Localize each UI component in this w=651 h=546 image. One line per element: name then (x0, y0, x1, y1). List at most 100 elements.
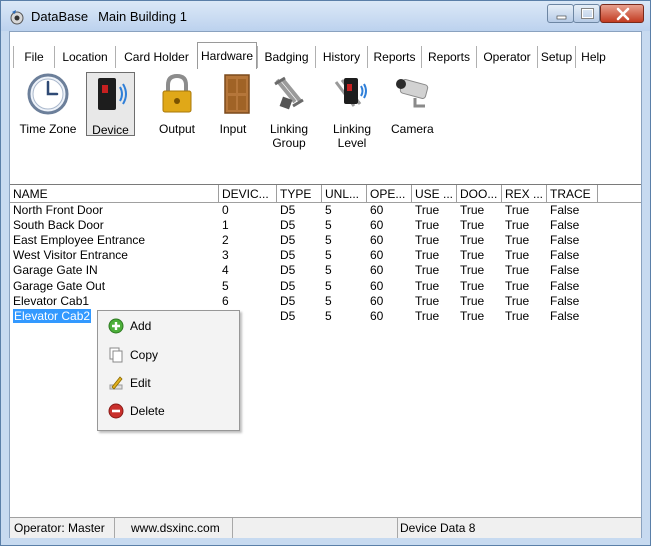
cell-rex: True (505, 248, 530, 263)
status-bar: Operator: Master www.dsxinc.com Device D… (10, 517, 641, 538)
cell-use: True (415, 218, 440, 233)
context-delete[interactable]: Delete (98, 397, 239, 425)
menu-badging[interactable]: Badging (257, 46, 315, 68)
cell-devic: 1 (222, 218, 229, 233)
cell-unl: 5 (325, 263, 332, 278)
column-header-devic[interactable]: DEVIC... (219, 185, 277, 202)
cell-use: True (415, 308, 440, 323)
tool-linking-group[interactable]: Linking Group (264, 72, 314, 150)
maximize-button[interactable] (573, 4, 600, 23)
cell-devic: 3 (222, 248, 229, 263)
context-label: Delete (130, 404, 165, 418)
table-row[interactable]: West Visitor Entrance 3 D5 5 60 True True True F… (10, 248, 641, 263)
menu-setup[interactable]: Setup (537, 46, 575, 68)
linked-reader-icon (330, 72, 374, 116)
cell-doo: True (460, 263, 485, 278)
menu-file[interactable]: File (13, 46, 54, 68)
column-header-use[interactable]: USE ... (412, 185, 457, 202)
cell-unl: 5 (325, 218, 332, 233)
column-header-trace[interactable]: TRACE (547, 185, 598, 202)
cell-unl: 5 (325, 278, 332, 293)
table-row[interactable]: North Front Door 0 D5 5 60 True True True False (10, 203, 641, 218)
cell-name: Garage Gate IN (13, 263, 98, 278)
cell-trace: False (550, 233, 580, 248)
column-header-name[interactable]: NAME (10, 185, 219, 202)
padlock-icon (155, 72, 199, 116)
cell-doo: True (460, 278, 485, 293)
cell-ope: 60 (370, 248, 384, 263)
cell-rex: True (505, 293, 530, 308)
cell-ope: 60 (370, 278, 384, 293)
cell-rex: True (505, 278, 530, 293)
cell-unl: 5 (325, 248, 332, 263)
cell-type: D5 (280, 233, 296, 248)
cell-name: East Employee Entrance (13, 233, 146, 248)
cell-doo: True (460, 293, 485, 308)
menu-reports-2[interactable]: Reports (421, 46, 476, 68)
cell-unl: 5 (325, 308, 332, 323)
column-header-rex[interactable]: REX ... (502, 185, 547, 202)
table-row[interactable]: Garage Gate IN 4 D5 5 60 True True True False (10, 263, 641, 278)
cell-use: True (415, 203, 440, 217)
cell-devic: 0 (222, 203, 229, 217)
menu-reports[interactable]: Reports (367, 46, 421, 68)
column-header-ope[interactable]: OPE... (367, 185, 412, 202)
cell-doo: True (460, 203, 485, 217)
column-header-doo[interactable]: DOO... (457, 185, 502, 202)
hardware-toolbar: Time Zone Device Output Input Linking Group L… (10, 68, 641, 184)
cell-type: D5 (280, 248, 296, 263)
cell-use: True (415, 248, 440, 263)
status-website: www.dsxinc.com (115, 518, 233, 538)
tool-output[interactable]: Output (153, 72, 201, 136)
table-row[interactable]: South Back Door 1 D5 5 60 True True True False (10, 218, 641, 233)
building-name: Main Building 1 (98, 9, 187, 24)
edit-icon (108, 375, 124, 391)
tool-input[interactable]: Input (215, 72, 251, 136)
title-bar[interactable]: DataBase Main Building 1 (1, 1, 650, 31)
context-edit[interactable]: Edit (98, 369, 239, 397)
tool-label: Linking Level (332, 122, 372, 150)
cell-devic: 2 (222, 233, 229, 248)
card-reader-icon (89, 73, 133, 117)
menu-hardware[interactable]: Hardware (197, 42, 257, 69)
cell-ope: 60 (370, 233, 384, 248)
grid-header: NAME DEVIC... TYPE UNL... OPE... USE ... DOO..… (10, 185, 641, 203)
table-row[interactable]: Elevator Cab1 6 D5 5 60 True True True False (10, 294, 641, 309)
minimize-button[interactable] (547, 4, 574, 23)
cell-trace: False (550, 218, 580, 233)
menu-location[interactable]: Location (54, 46, 115, 68)
context-add[interactable]: Add (98, 312, 239, 340)
column-header-type[interactable]: TYPE (277, 185, 322, 202)
menu-card-holder[interactable]: Card Holder (115, 46, 197, 68)
tool-label: Device (92, 123, 129, 137)
cell-type: D5 (280, 203, 296, 217)
tool-device[interactable]: Device (86, 72, 135, 137)
context-copy[interactable]: Copy (98, 341, 239, 369)
tool-camera[interactable]: Camera (391, 72, 434, 136)
cell-rex: True (505, 308, 530, 323)
menu-operator[interactable]: Operator (476, 46, 537, 68)
table-row[interactable]: East Employee Entrance 2 D5 5 60 True True True… (10, 233, 641, 248)
maximize-icon (581, 8, 594, 19)
cell-use: True (415, 293, 440, 308)
cell-ope: 60 (370, 293, 384, 308)
menu-help[interactable]: Help (575, 46, 611, 68)
tool-label: Linking Group (269, 122, 309, 150)
table-row[interactable]: Garage Gate Out 5 D5 5 60 True True True False (10, 279, 641, 294)
menu-history[interactable]: History (315, 46, 367, 68)
menu-bar: File Location Card Holder Hardware Badging Hi… (10, 32, 641, 69)
selected-device-name[interactable]: Elevator Cab2 (13, 308, 92, 323)
tool-time-zone[interactable]: Time Zone (17, 72, 79, 136)
door-icon (215, 72, 259, 116)
close-button[interactable] (600, 4, 644, 23)
context-label: Add (130, 319, 152, 333)
cell-ope: 60 (370, 263, 384, 278)
cell-unl: 5 (325, 293, 332, 308)
cell-name: South Back Door (13, 218, 104, 233)
cell-rex: True (505, 218, 530, 233)
tool-linking-level[interactable]: Linking Level (327, 72, 377, 150)
minimize-icon (556, 15, 567, 20)
column-header-unl[interactable]: UNL... (322, 185, 367, 202)
cell-unl: 5 (325, 233, 332, 248)
cell-devic: 6 (222, 293, 229, 308)
